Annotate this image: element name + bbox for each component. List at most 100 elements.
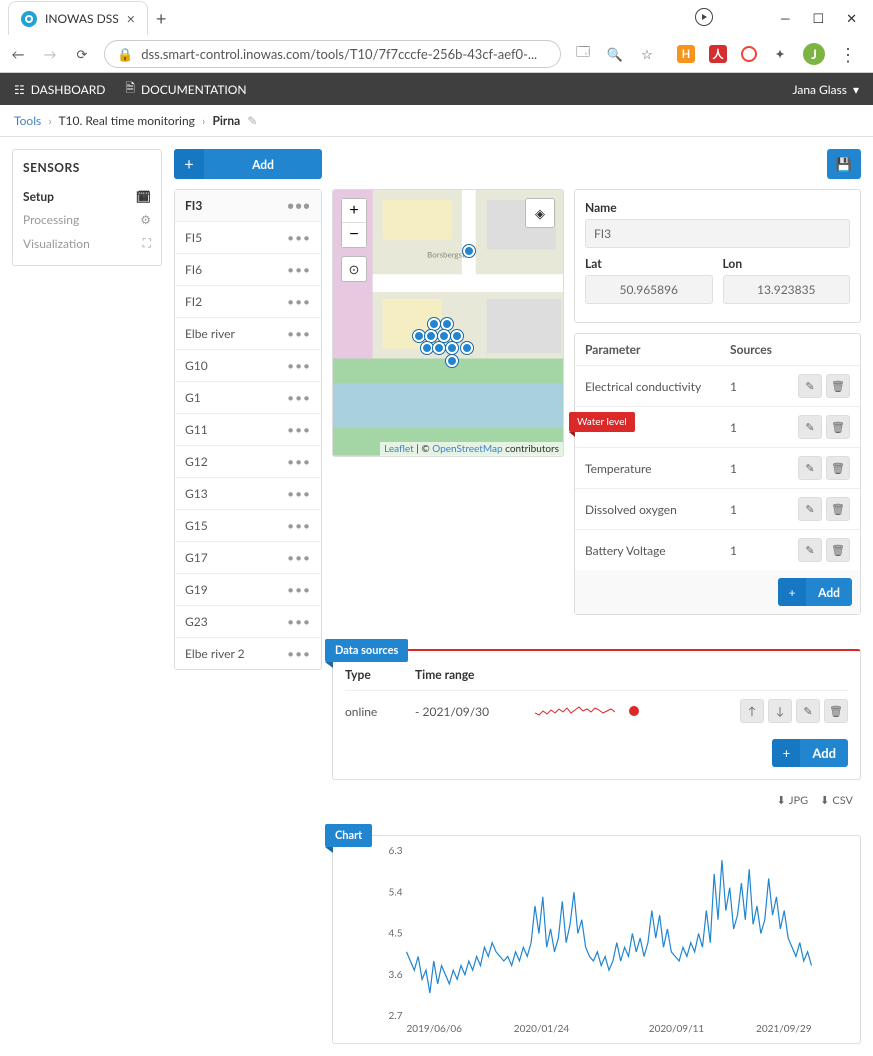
sensor-row[interactable]: Elbe river••• <box>175 318 321 350</box>
sensor-row[interactable]: FI6••• <box>175 254 321 286</box>
edit-icon[interactable]: ✎ <box>247 113 257 128</box>
close-icon[interactable]: ✕ <box>846 10 857 27</box>
more-icon[interactable]: ••• <box>287 582 311 597</box>
leaflet-link[interactable]: Leaflet <box>384 443 414 455</box>
parameter-row[interactable]: Battery Voltage1✎🗑 <box>575 530 860 570</box>
translate-icon[interactable]: 🗔 <box>573 43 593 65</box>
browser-tab[interactable]: INOWAS DSS × <box>8 1 148 35</box>
delete-button[interactable]: 🗑 <box>826 538 850 562</box>
edit-button[interactable]: ✎ <box>798 456 822 480</box>
move-up-button[interactable]: ↑ <box>740 699 764 723</box>
edit-button[interactable]: ✎ <box>796 699 820 723</box>
more-icon[interactable]: ••• <box>287 486 311 501</box>
ext-icon-3[interactable] <box>741 46 757 62</box>
minimize-icon[interactable]: — <box>780 10 790 26</box>
add-datasource-button[interactable]: + Add <box>772 739 848 767</box>
map-marker[interactable] <box>433 342 445 354</box>
cast-icon[interactable] <box>695 8 713 26</box>
more-icon[interactable]: ••• <box>287 550 311 565</box>
sensor-row[interactable]: G10••• <box>175 350 321 382</box>
extensions-icon[interactable]: ✦ <box>771 45 789 63</box>
more-icon[interactable]: ••• <box>287 358 311 373</box>
user-menu[interactable]: Jana Glass ▾ <box>793 82 859 97</box>
sidebar-item-processing[interactable]: Processing⚙ <box>23 208 151 231</box>
add-sensor-button[interactable]: + Add <box>174 149 322 179</box>
edit-button[interactable]: ✎ <box>798 415 822 439</box>
layers-button[interactable]: ◈ <box>525 198 555 228</box>
sensor-row[interactable]: G23••• <box>175 606 321 638</box>
export-csv-button[interactable]: ⬇CSV <box>820 794 853 807</box>
osm-link[interactable]: OpenStreetMap <box>432 443 502 455</box>
ext-icon-1[interactable]: H <box>677 45 695 63</box>
delete-button[interactable]: 🗑 <box>826 456 850 480</box>
profile-avatar[interactable]: J <box>803 43 825 65</box>
map-marker[interactable] <box>463 245 475 257</box>
more-icon[interactable]: ••• <box>287 614 311 629</box>
sidebar-item-setup[interactable]: Setup🗓 <box>23 185 151 208</box>
edit-button[interactable]: ✎ <box>798 497 822 521</box>
crumb-tools[interactable]: Tools <box>14 113 41 128</box>
maximize-icon[interactable]: ☐ <box>812 10 824 27</box>
sensor-row[interactable]: FI3••• <box>175 190 321 222</box>
sensor-row[interactable]: G1••• <box>175 382 321 414</box>
lon-field[interactable]: 13.923835 <box>723 275 851 304</box>
map-marker[interactable] <box>446 342 458 354</box>
parameter-row[interactable]: Electrical conductivity1✎🗑 <box>575 366 860 407</box>
sensor-row[interactable]: G12••• <box>175 446 321 478</box>
nav-documentation[interactable]: 🗎 DOCUMENTATION <box>125 79 246 100</box>
zoom-out-button[interactable]: − <box>342 223 366 247</box>
zoom-in-button[interactable]: + <box>342 199 366 223</box>
map-marker[interactable] <box>461 342 473 354</box>
sensor-row[interactable]: G15••• <box>175 510 321 542</box>
map-marker[interactable] <box>428 318 440 330</box>
sensor-row[interactable]: FI5••• <box>175 222 321 254</box>
more-icon[interactable]: ••• <box>287 646 311 661</box>
back-button[interactable]: ← <box>8 46 28 62</box>
sensor-row[interactable]: G13••• <box>175 478 321 510</box>
more-icon[interactable]: ••• <box>287 454 311 469</box>
map-marker[interactable] <box>446 355 458 367</box>
new-tab-button[interactable]: + <box>156 7 166 29</box>
sidebar-item-visualization[interactable]: Visualization⛶ <box>23 231 151 255</box>
zoom-icon[interactable]: 🔍 <box>605 46 625 63</box>
more-icon[interactable]: ••• <box>287 326 311 341</box>
ext-icon-pdf[interactable]: 人 <box>709 45 727 63</box>
sensor-row[interactable]: G11••• <box>175 414 321 446</box>
map-marker[interactable] <box>451 330 463 342</box>
map-marker[interactable] <box>425 330 437 342</box>
delete-button[interactable]: 🗑 <box>824 699 848 723</box>
lat-field[interactable]: 50.965896 <box>585 275 713 304</box>
map[interactable]: Borsbergstr + − ⊙ ◈ <box>332 189 564 457</box>
more-icon[interactable]: ••• <box>287 294 311 309</box>
delete-button[interactable]: 🗑 <box>826 415 850 439</box>
sensor-row[interactable]: Elbe river 2••• <box>175 638 321 669</box>
forward-button[interactable]: → <box>40 46 60 62</box>
url-input[interactable]: 🔒 dss.smart-control.inowas.com/tools/T10… <box>104 40 561 68</box>
menu-icon[interactable]: ⋮ <box>839 43 857 66</box>
more-icon[interactable]: ••• <box>287 262 311 277</box>
sensor-row[interactable]: G19••• <box>175 574 321 606</box>
parameter-row[interactable]: Dissolved oxygen1✎🗑 <box>575 489 860 530</box>
locate-button[interactable]: ⊙ <box>341 256 367 282</box>
sensor-row[interactable]: FI2••• <box>175 286 321 318</box>
nav-dashboard[interactable]: ☷ DASHBOARD <box>14 79 105 100</box>
edit-button[interactable]: ✎ <box>798 538 822 562</box>
name-field[interactable]: FI3 <box>585 219 850 248</box>
map-marker[interactable] <box>438 330 450 342</box>
map-marker[interactable] <box>413 330 425 342</box>
add-parameter-button[interactable]: + Add <box>778 578 852 606</box>
save-button[interactable]: 💾 <box>827 149 861 179</box>
more-icon[interactable]: ••• <box>287 230 311 245</box>
map-marker[interactable] <box>441 318 453 330</box>
delete-button[interactable]: 🗑 <box>826 374 850 398</box>
more-icon[interactable]: ••• <box>287 198 311 213</box>
parameter-row[interactable]: Temperature1✎🗑 <box>575 448 860 489</box>
more-icon[interactable]: ••• <box>287 422 311 437</box>
reload-button[interactable]: ⟳ <box>72 46 92 63</box>
export-jpg-button[interactable]: ⬇JPG <box>777 794 809 807</box>
star-icon[interactable]: ☆ <box>637 46 657 63</box>
edit-button[interactable]: ✎ <box>798 374 822 398</box>
move-down-button[interactable]: ↓ <box>768 699 792 723</box>
tab-close-icon[interactable]: × <box>127 10 135 27</box>
more-icon[interactable]: ••• <box>287 518 311 533</box>
